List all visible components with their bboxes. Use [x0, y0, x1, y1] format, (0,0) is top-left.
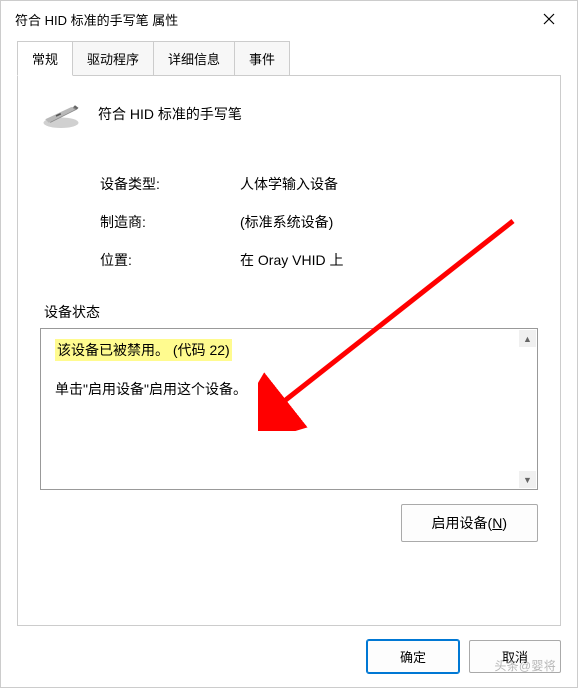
info-row-type: 设备类型: 人体学输入设备	[100, 174, 538, 194]
device-type-value: 人体学输入设备	[240, 174, 338, 194]
enable-label-prefix: 启用设备(	[432, 515, 493, 531]
enable-device-button[interactable]: 启用设备(N)	[401, 504, 538, 542]
tab-strip: 常规 驱动程序 详细信息 事件	[17, 41, 561, 75]
location-label: 位置:	[100, 250, 240, 270]
tab-events[interactable]: 事件	[234, 41, 290, 75]
close-button[interactable]	[529, 4, 569, 34]
scroll-up-button[interactable]: ▲	[519, 330, 536, 347]
tab-general[interactable]: 常规	[17, 41, 73, 76]
tab-details[interactable]: 详细信息	[153, 41, 235, 75]
device-status-label: 设备状态	[44, 302, 538, 322]
device-status-section: 设备状态 该设备已被禁用。 (代码 22) 单击"启用设备"启用这个设备。 ▲ …	[40, 302, 538, 490]
content-area: 常规 驱动程序 详细信息 事件 符合 HID 标准的手写笔 设备类型:	[1, 37, 577, 626]
properties-dialog: 符合 HID 标准的手写笔 属性 常规 驱动程序 详细信息 事件	[0, 0, 578, 688]
manufacturer-label: 制造商:	[100, 212, 240, 232]
info-row-manufacturer: 制造商: (标准系统设备)	[100, 212, 538, 232]
tabs-container: 常规 驱动程序 详细信息 事件	[17, 41, 561, 75]
pen-device-icon	[40, 98, 82, 130]
enable-button-row: 启用设备(N)	[40, 504, 538, 542]
ok-button[interactable]: 确定	[367, 640, 459, 673]
status-disabled-message: 该设备已被禁用。 (代码 22)	[55, 339, 232, 361]
close-icon	[543, 13, 555, 25]
device-name: 符合 HID 标准的手写笔	[98, 104, 242, 124]
enable-label-key: N	[492, 515, 502, 531]
status-instruction: 单击"启用设备"启用这个设备。	[55, 379, 509, 399]
cancel-button[interactable]: 取消	[469, 640, 561, 673]
info-row-location: 位置: 在 Oray VHID 上	[100, 250, 538, 270]
location-value: 在 Oray VHID 上	[240, 250, 343, 270]
device-header: 符合 HID 标准的手写笔	[40, 98, 538, 130]
scroll-down-button[interactable]: ▼	[519, 471, 536, 488]
device-type-label: 设备类型:	[100, 174, 240, 194]
window-title: 符合 HID 标准的手写笔 属性	[15, 10, 178, 29]
device-info-table: 设备类型: 人体学输入设备 制造商: (标准系统设备) 位置: 在 Oray V…	[100, 174, 538, 270]
titlebar: 符合 HID 标准的手写笔 属性	[1, 1, 577, 37]
tab-driver[interactable]: 驱动程序	[72, 41, 154, 75]
device-status-box: 该设备已被禁用。 (代码 22) 单击"启用设备"启用这个设备。 ▲ ▼	[40, 328, 538, 490]
manufacturer-value: (标准系统设备)	[240, 212, 333, 232]
enable-label-suffix: )	[502, 515, 507, 531]
dialog-footer: 确定 取消	[1, 626, 577, 687]
tab-panel-general: 符合 HID 标准的手写笔 设备类型: 人体学输入设备 制造商: (标准系统设备…	[17, 75, 561, 626]
